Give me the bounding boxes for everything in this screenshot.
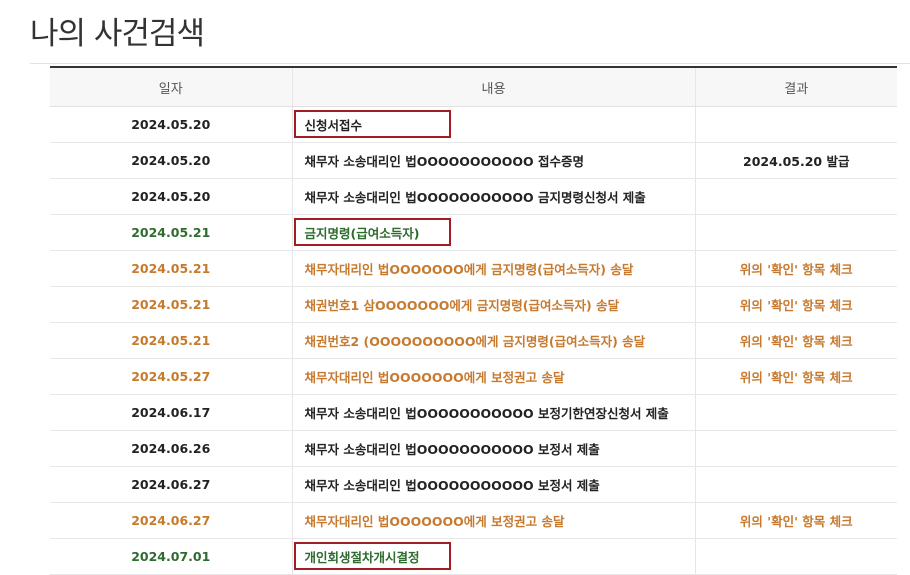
row-content: 채무자대리인 법OOOOOOO에게 금지명령(급여소득자) 송달 <box>291 250 695 287</box>
row-date: 2024.05.20 <box>50 142 292 179</box>
row-result <box>694 538 897 575</box>
row-result <box>694 430 897 467</box>
row-content: 채무자 소송대리인 법OOOOOOOOOOO 보정서 제출 <box>291 430 695 467</box>
table-row: 2024.06.27 채무자대리인 법OOOOOOO에게 보정권고 송달 위의 '확… <box>50 502 897 539</box>
row-content-highlighted: 신청서접수 <box>291 106 695 143</box>
row-content: 채무자 소송대리인 법OOOOOOOOOOO 보정서 제출 <box>291 466 695 503</box>
title-divider <box>30 63 910 64</box>
table-row: 2024.05.20 채무자 소송대리인 법OOOOOOOOOOO 금지명령신청서… <box>50 178 897 215</box>
row-content-text: 개인회생절차개시결정 <box>304 550 420 565</box>
row-result <box>694 394 897 431</box>
table-row: 2024.05.21 금지명령(급여소득자) <box>50 214 897 251</box>
table-row: 2024.05.20 신청서접수 <box>50 106 897 143</box>
row-content-text: 신청서접수 <box>304 118 363 133</box>
row-date: 2024.06.27 <box>50 466 292 503</box>
table-row: 2024.05.21 채무자대리인 법OOOOOOO에게 금지명령(급여소득자) … <box>50 250 897 287</box>
row-date: 2024.05.20 <box>50 178 292 215</box>
header-date: 일자 <box>50 67 292 107</box>
row-date: 2024.05.21 <box>50 322 292 359</box>
row-content: 채무자대리인 법OOOOOOO에게 보정권고 송달 <box>291 502 695 539</box>
table-row: 2024.05.20 채무자 소송대리인 법OOOOOOOOOOO 접수증명 202… <box>50 142 897 179</box>
row-result: 위의 '확인' 항목 체크 <box>694 250 897 287</box>
row-date: 2024.06.27 <box>50 502 292 539</box>
row-content: 채무자대리인 법OOOOOOO에게 보정권고 송달 <box>291 358 695 395</box>
row-content: 채권번호1 삼OOOOOOO에게 금지명령(급여소득자) 송달 <box>291 286 695 323</box>
row-content-highlighted: 개인회생절차개시결정 <box>291 538 695 575</box>
row-content: 채무자 소송대리인 법OOOOOOOOOOO 금지명령신청서 제출 <box>291 178 695 215</box>
row-date: 2024.06.26 <box>50 430 292 467</box>
row-date: 2024.05.21 <box>50 286 292 323</box>
row-result: 위의 '확인' 항목 체크 <box>694 286 897 323</box>
row-content: 채권번호2 (OOOOOOOOOO에게 금지명령(급여소득자) 송달 <box>291 322 695 359</box>
row-result: 위의 '확인' 항목 체크 <box>694 358 897 395</box>
row-result <box>694 178 897 215</box>
case-history-table: 일자 내용 결과 2024.05.20 신청서접수 2024.05.20 채무자 소송… <box>50 66 897 575</box>
row-date: 2024.05.20 <box>50 106 292 143</box>
table-row: 2024.05.21 채권번호2 (OOOOOOOOOO에게 금지명령(급여소득자… <box>50 322 897 359</box>
table-row: 2024.06.26 채무자 소송대리인 법OOOOOOOOOOO 보정서 제출 <box>50 430 897 467</box>
row-result <box>694 466 897 503</box>
row-date: 2024.05.21 <box>50 214 292 251</box>
page-title: 나의 사건검색 <box>30 16 205 52</box>
table-body: 2024.05.20 신청서접수 2024.05.20 채무자 소송대리인 법OOOO… <box>50 106 897 575</box>
row-result <box>694 214 897 251</box>
row-content-text: 금지명령(급여소득자) <box>304 226 420 241</box>
row-content: 채무자 소송대리인 법OOOOOOOOOOO 보정기한연장신청서 제출 <box>291 394 695 431</box>
row-result: 2024.05.20 발급 <box>694 142 897 179</box>
row-date: 2024.06.17 <box>50 394 292 431</box>
row-content-highlighted: 금지명령(급여소득자) <box>291 214 695 251</box>
row-result: 위의 '확인' 항목 체크 <box>694 502 897 539</box>
table-row: 2024.07.01 개인회생절차개시결정 <box>50 538 897 575</box>
table-header-row: 일자 내용 결과 <box>50 67 897 107</box>
row-date: 2024.05.27 <box>50 358 292 395</box>
row-date: 2024.05.21 <box>50 250 292 287</box>
row-content: 채무자 소송대리인 법OOOOOOOOOOO 접수증명 <box>291 142 695 179</box>
row-result: 위의 '확인' 항목 체크 <box>694 322 897 359</box>
table-row: 2024.06.17 채무자 소송대리인 법OOOOOOOOOOO 보정기한연장신… <box>50 394 897 431</box>
row-date: 2024.07.01 <box>50 538 292 575</box>
header-content: 내용 <box>291 67 695 107</box>
table-row: 2024.05.27 채무자대리인 법OOOOOOO에게 보정권고 송달 위의 '확… <box>50 358 897 395</box>
table-row: 2024.06.27 채무자 소송대리인 법OOOOOOOOOOO 보정서 제출 <box>50 466 897 503</box>
table-row: 2024.05.21 채권번호1 삼OOOOOOO에게 금지명령(급여소득자) 송… <box>50 286 897 323</box>
row-result <box>694 106 897 143</box>
header-result: 결과 <box>694 67 897 107</box>
